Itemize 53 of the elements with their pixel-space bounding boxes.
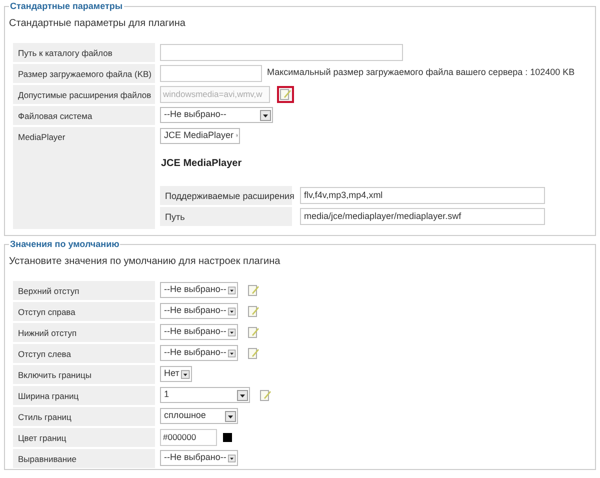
section-title: Значения по умолчанию (9, 238, 120, 251)
field-label: Допустимые расширения файлов (13, 84, 155, 104)
dropdown[interactable]: --Не выбрано-- (160, 282, 238, 298)
caret-icon (228, 306, 236, 316)
field-label: Отступ справа (13, 302, 155, 320)
input-field[interactable] (160, 64, 262, 82)
dropdown[interactable]: --Не выбрано-- (160, 345, 238, 361)
dropdown[interactable]: --Не выбрано-- (160, 450, 238, 466)
color-swatch[interactable] (223, 432, 232, 442)
dropdown[interactable]: --Не выбрано-- (160, 303, 238, 319)
caret-icon (228, 326, 236, 338)
input-field[interactable] (160, 44, 403, 60)
caret-icon (228, 348, 236, 358)
edit-icon (280, 88, 291, 100)
caret-icon (260, 110, 271, 120)
field-label: MediaPlayer (13, 126, 155, 228)
field-label: Файловая система (13, 106, 155, 124)
field-label: Путь (160, 206, 292, 226)
dropdown[interactable]: --Не выбрано-- (160, 324, 238, 340)
input-field[interactable]: flv,f4v,mp3,mp4,xml (300, 186, 545, 204)
edit-icon (248, 347, 259, 359)
field-label: Верхний отступ (13, 280, 155, 300)
caret-icon (237, 390, 248, 400)
hint-text: Максимальный размер загружаемого файла вашего сервера : 102400 KB (267, 66, 575, 80)
plugin-title: JCE MediaPlayer (161, 156, 242, 170)
section-description: Стандартные параметры для плагина (9, 16, 186, 30)
caret-icon (228, 452, 236, 464)
edit-icon (248, 284, 259, 296)
dropdown[interactable]: сплошное (160, 408, 238, 424)
caret-icon (225, 410, 236, 422)
field-label: Выравнивание (13, 448, 155, 468)
field-label: Ширина границ (13, 386, 155, 404)
field-label: Стиль границ (13, 406, 155, 426)
dropdown[interactable]: --Не выбрано-- (160, 107, 273, 123)
caret-icon (228, 284, 236, 296)
edit-icon (248, 305, 259, 317)
field-label: Цвет границ (13, 428, 155, 446)
field-label: Поддерживаемые расширения (160, 186, 292, 204)
field-label: Нижний отступ (13, 322, 155, 342)
field-label: Размер загружаемого файла (KB) (13, 64, 155, 82)
field-label: Отступ слева (13, 344, 155, 362)
input-field[interactable]: media/jce/mediaplayer/mediaplayer.swf (300, 208, 545, 224)
caret-icon (181, 368, 190, 380)
dropdown[interactable]: Нет (160, 366, 192, 382)
input-field[interactable]: #000000 (160, 428, 217, 446)
dropdown[interactable]: JCE MediaPlayer (160, 128, 240, 144)
edit-icon (248, 326, 259, 338)
field-label: Путь к каталогу файлов (13, 42, 155, 62)
field-label: Включить границы (13, 364, 155, 384)
dropdown[interactable]: 1 (160, 387, 250, 403)
edit-icon (260, 389, 271, 401)
section-title: Стандартные параметры (9, 0, 124, 13)
section-description: Установите значения по умолчанию для настроек плагина (9, 254, 282, 268)
